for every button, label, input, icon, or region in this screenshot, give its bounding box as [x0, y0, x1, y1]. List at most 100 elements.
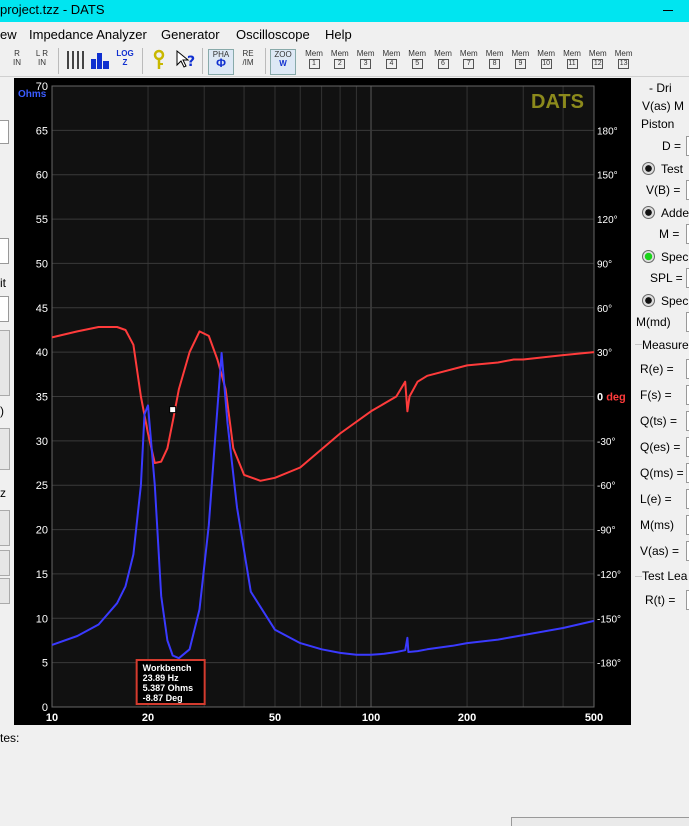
y2-tick-label: -60°: [597, 481, 615, 492]
memory-3-button[interactable]: Mem 3: [355, 49, 377, 73]
x-tick-label: 500: [585, 712, 603, 724]
test-radio[interactable]: [642, 162, 655, 175]
cursor-readout-line: Workbench: [143, 663, 192, 673]
left-button-4[interactable]: [0, 550, 10, 576]
left-label-2: ): [0, 404, 4, 418]
param-label-0: R(e) =: [640, 362, 674, 376]
y-tick-label: 30: [36, 436, 48, 448]
param-label-1: F(s) =: [640, 388, 672, 402]
x-tick-label: 200: [458, 712, 476, 724]
y2-tick-label: 180°: [597, 126, 618, 137]
bottom-tab[interactable]: [511, 817, 689, 826]
measured-header: Measure: [642, 338, 689, 352]
y2-tick-label: 150°: [597, 171, 618, 182]
param-label-3: Q(es) =: [640, 440, 681, 454]
log-z-button[interactable]: LOG Z: [114, 49, 136, 73]
spec-spl-radio[interactable]: [642, 250, 655, 263]
y-tick-label: 65: [36, 125, 48, 137]
y2-tick-label: -120°: [597, 570, 621, 581]
menu-generator[interactable]: Generator: [161, 27, 220, 42]
menu-oscilloscope[interactable]: Oscilloscope: [236, 27, 310, 42]
x-tick-label: 10: [46, 712, 58, 724]
memory-1-button[interactable]: Mem 1: [303, 49, 325, 73]
memory-12-button[interactable]: Mem 12: [587, 49, 609, 73]
zoom-button[interactable]: ZOO W: [270, 49, 296, 75]
window-title: project.tzz - DATS: [0, 2, 105, 17]
minimize-icon[interactable]: [648, 4, 689, 18]
memory-7-button[interactable]: Mem 7: [458, 49, 480, 73]
toolbar: R IN L R IN LOG Z ? PHA Φ RE/IM ZOO W Mem 1 Me…: [0, 46, 689, 77]
right-panel: - Dri V(as) M Piston D = Test V(B) = Add…: [631, 78, 689, 718]
left-label-3: z: [0, 486, 6, 500]
y2-tick-label: -90°: [597, 526, 615, 537]
y2-tick-label: 120°: [597, 215, 618, 226]
added-mass-label: Adde: [661, 206, 689, 220]
y-tick-label: 25: [36, 480, 48, 492]
left-button-5[interactable]: [0, 578, 10, 604]
y-tick-label: 40: [36, 347, 48, 359]
memory-5-button[interactable]: Mem 5: [406, 49, 428, 73]
memory-6-button[interactable]: Mem 6: [432, 49, 454, 73]
spl-label: SPL =: [650, 271, 683, 285]
menu-view[interactable]: ew: [0, 27, 17, 42]
dats-logo: DATS: [531, 91, 584, 113]
param-label-6: M(ms): [640, 518, 674, 532]
left-label-1: it: [0, 276, 6, 290]
y2-tick-label: -180°: [597, 659, 621, 670]
y-tick-label: 15: [36, 569, 48, 581]
title-bar[interactable]: project.tzz - DATS: [0, 0, 689, 22]
left-field-3[interactable]: [0, 296, 9, 322]
key-icon[interactable]: [148, 49, 170, 73]
notes-label: tes:: [0, 731, 20, 745]
y-unit-label: Ohms: [18, 89, 47, 100]
driver-header: - Dri: [649, 81, 672, 95]
svg-text:?: ?: [187, 54, 195, 70]
d-label: D =: [662, 139, 682, 153]
param-label-4: Q(ms) =: [640, 466, 684, 480]
y2-tick-label: 30°: [597, 348, 612, 359]
y2-tick-label: 90°: [597, 259, 612, 270]
spec-mmd-label: Spec: [661, 294, 689, 308]
re-im-button[interactable]: RE/IM: [236, 49, 260, 73]
cursor-readout-line: -8.87 Deg: [143, 693, 183, 703]
memory-13-button[interactable]: Mem 13: [613, 49, 635, 73]
left-button-2[interactable]: [0, 428, 10, 470]
y2-tick-label: 0 deg: [597, 392, 626, 404]
y-tick-label: 55: [36, 214, 48, 226]
phase-button[interactable]: PHA Φ: [208, 49, 234, 75]
grid-lines-icon[interactable]: [64, 49, 86, 73]
cursor-marker: [169, 406, 177, 414]
left-field-1[interactable]: [0, 120, 9, 144]
memory-8-button[interactable]: Mem 8: [484, 49, 506, 73]
left-button-1[interactable]: [0, 330, 10, 396]
added-mass-radio[interactable]: [642, 206, 655, 219]
param-label-7: V(as) =: [640, 544, 680, 558]
menu-impedance-analyzer[interactable]: Impedance Analyzer: [29, 27, 147, 42]
y-tick-label: 20: [36, 525, 48, 537]
lr-in-button[interactable]: L R IN: [32, 49, 52, 73]
y-tick-label: 45: [36, 303, 48, 315]
memory-4-button[interactable]: Mem 4: [380, 49, 402, 73]
y-tick-label: 10: [36, 613, 48, 625]
impedance-chart[interactable]: 0 5 10 15 20 25 30 35 40 45 50 55 60 65 70 Ohms 180° 150°…: [14, 78, 631, 725]
piston-label: Piston: [641, 117, 675, 131]
memory-9-button[interactable]: Mem 9: [509, 49, 531, 73]
y2-tick-label: -150°: [597, 614, 621, 625]
y-tick-label: 5: [42, 658, 48, 670]
r-in-button[interactable]: R IN: [8, 49, 26, 73]
test-radio-label: Test: [661, 162, 684, 176]
memory-2-button[interactable]: Mem 2: [329, 49, 351, 73]
memory-11-button[interactable]: Mem 11: [561, 49, 583, 73]
y2-tick-label: 60°: [597, 304, 612, 315]
bar-graph-icon[interactable]: [89, 49, 111, 73]
bottom-area: tes:: [0, 725, 689, 826]
left-button-3[interactable]: [0, 510, 10, 546]
memory-10-button[interactable]: Mem 10: [535, 49, 557, 73]
rt-label: R(t) =: [645, 593, 676, 607]
left-field-2[interactable]: [0, 238, 9, 264]
help-cursor-icon[interactable]: ?: [174, 49, 196, 73]
spec-mmd-radio[interactable]: [642, 294, 655, 307]
menu-help[interactable]: Help: [325, 27, 352, 42]
impedance-phase-plot[interactable]: 0510152025303540455055606570Ohms180°150°…: [14, 78, 631, 725]
left-panel: it ) z: [0, 78, 14, 718]
